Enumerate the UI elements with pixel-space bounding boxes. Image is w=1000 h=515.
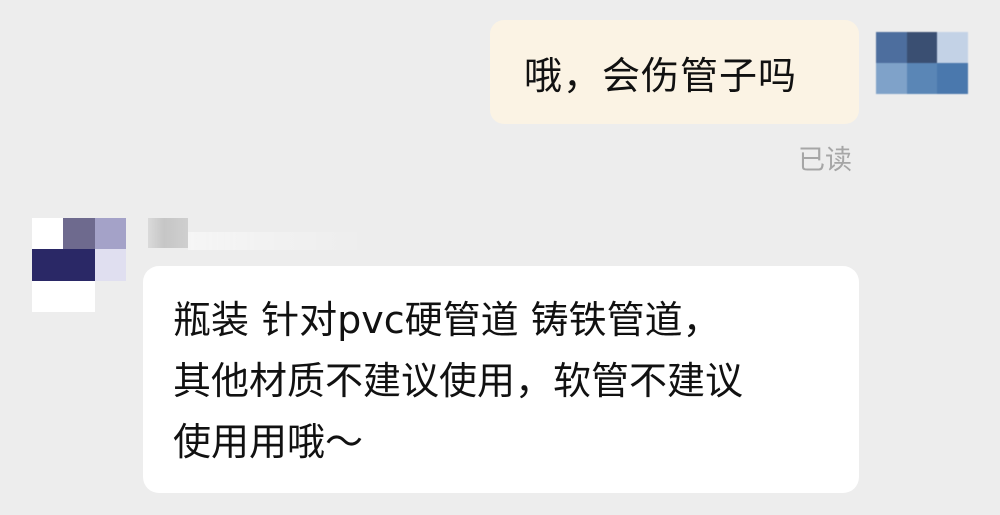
avatar-pixel [906, 63, 938, 94]
chat-view: 哦，会伤管子吗 已读 瓶装 针对pvc硬管道 铸铁管道， 其他材质不建议使用，软… [0, 0, 1000, 515]
avatar-pixel [94, 249, 126, 281]
avatar-pixel [94, 218, 126, 250]
incoming-message-line: 使用用哦～ [173, 420, 364, 464]
read-status-label: 已读 [798, 145, 852, 176]
self-avatar[interactable] [876, 32, 968, 94]
outgoing-message-text: 哦，会伤管子吗 [524, 53, 798, 98]
avatar-pixel [906, 32, 938, 63]
avatar-pixel [876, 63, 907, 94]
avatar-pixel [63, 249, 95, 281]
avatar-pixel [94, 280, 126, 312]
avatar-pixel [937, 63, 968, 94]
incoming-message-line: 其他材质不建议使用，软管不建议 [173, 359, 744, 403]
avatar-pixel [32, 249, 64, 281]
avatar-pixel [32, 280, 64, 312]
incoming-message-bubble[interactable]: 瓶装 针对pvc硬管道 铸铁管道， 其他材质不建议使用，软管不建议 使用用哦～ [143, 266, 859, 493]
contact-name-blurred [148, 218, 368, 250]
avatar-pixel [32, 218, 64, 250]
incoming-message-line: 瓶装 针对pvc硬管道 铸铁管道， [173, 298, 721, 342]
avatar-pixel [876, 32, 907, 63]
avatar-pixel [63, 218, 95, 250]
outgoing-message-bubble[interactable]: 哦，会伤管子吗 [490, 20, 859, 124]
contact-avatar[interactable] [32, 218, 126, 312]
avatar-pixel [63, 280, 95, 312]
avatar-pixel [937, 32, 968, 63]
